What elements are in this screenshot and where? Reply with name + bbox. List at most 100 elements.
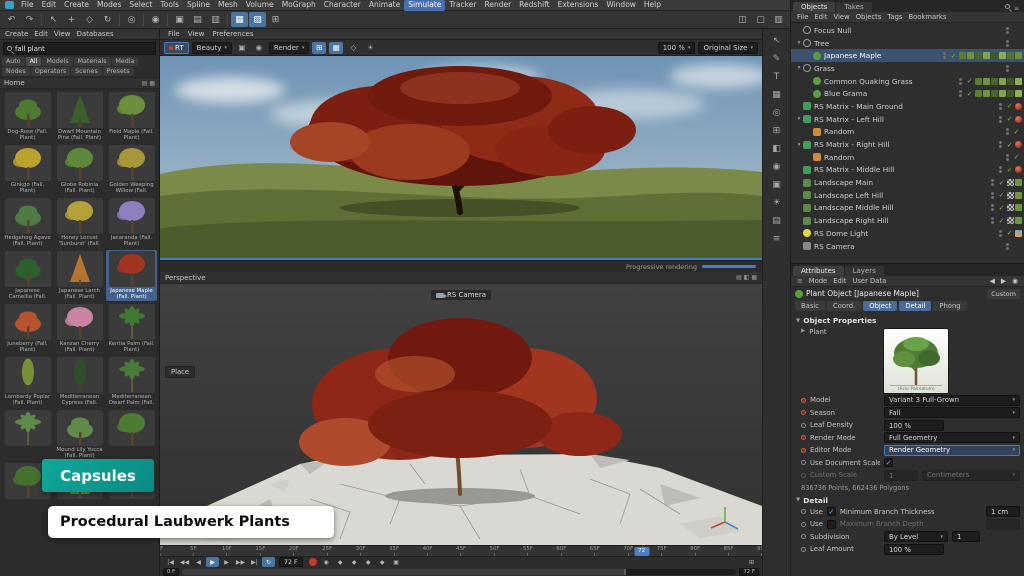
- object-row-random[interactable]: Random✓: [791, 151, 1024, 164]
- history-back-icon[interactable]: ◀: [987, 277, 998, 285]
- undo-button[interactable]: ↶: [3, 12, 20, 27]
- asset-search-input[interactable]: fall plant: [3, 42, 156, 55]
- asset-tile-plant[interactable]: [2, 409, 53, 460]
- tag-chips[interactable]: [975, 90, 1022, 97]
- plant-preview-image[interactable]: (Acer Palmatum): [883, 328, 949, 394]
- quantize-toggle[interactable]: ⊞: [267, 12, 284, 27]
- asset-menu-edit[interactable]: Edit: [31, 30, 51, 38]
- menu-mograph[interactable]: MoGraph: [278, 0, 320, 11]
- live-selection-tool[interactable]: ↖: [45, 12, 62, 27]
- asset-tile-kanzan-cherry-fall-plant[interactable]: Kanzan Cherry (Fall. Plant): [54, 303, 105, 354]
- start-frame-field[interactable]: 0 F: [163, 568, 179, 576]
- asset-tile-japanese-maple-fall-plant[interactable]: Japanese Maple (Fall. Plant): [106, 250, 157, 301]
- camera-view-icon[interactable]: ▣: [768, 177, 786, 192]
- light-icon[interactable]: ☀: [768, 195, 786, 210]
- render-view-menu-file[interactable]: File: [164, 30, 184, 38]
- visibility-dots[interactable]: [1006, 154, 1009, 161]
- menu-volume[interactable]: Volume: [242, 0, 278, 11]
- object-row-focus-null[interactable]: Focus Null: [791, 24, 1024, 37]
- enabled-toggle[interactable]: ✓: [997, 217, 1006, 225]
- enabled-toggle[interactable]: ✓: [1005, 166, 1014, 174]
- layout-icon-3[interactable]: ▥: [770, 12, 787, 27]
- om-menu-tags[interactable]: Tags: [884, 13, 905, 21]
- viewport-header-icons[interactable]: ▤ ◧ ▦: [736, 274, 757, 281]
- keyframe-dot-icon[interactable]: [801, 435, 806, 440]
- move-tool[interactable]: +: [63, 12, 80, 27]
- keyframe-dot-icon[interactable]: [801, 448, 806, 453]
- asset-tile-juneberry-fall-plant[interactable]: Juneberry (Fall. Plant): [2, 303, 53, 354]
- keyframe-dot-icon[interactable]: [801, 534, 806, 539]
- next-key-button[interactable]: ▶▶: [234, 557, 247, 567]
- menu-simulate[interactable]: Simulate: [404, 0, 445, 11]
- asset-tile-ginkgo-fall-plant[interactable]: Ginkgo (Fall. Plant): [2, 144, 53, 195]
- visibility-dots[interactable]: [1006, 27, 1009, 34]
- object-row-landscape-left-hill[interactable]: Landscape Left Hill✓: [791, 189, 1024, 202]
- visibility-dots[interactable]: [1006, 128, 1009, 135]
- layout-palette-icon[interactable]: ◫: [734, 12, 751, 27]
- min-branch-checkbox[interactable]: ✓: [827, 507, 836, 516]
- asset-tile-mediterranean-dwarf-palm-fall-plant[interactable]: Mediterranean Dwarf Palm (Fall. Plant): [106, 356, 157, 407]
- object-row-rs-dome-light[interactable]: RS Dome Light✓: [791, 227, 1024, 240]
- enabled-toggle[interactable]: ✓: [1005, 141, 1014, 149]
- om-menu-objects[interactable]: Objects: [853, 13, 885, 21]
- record-position-button[interactable]: ◆: [334, 557, 347, 567]
- enabled-toggle[interactable]: ✓: [997, 204, 1006, 212]
- snapping-toggle[interactable]: ▦: [231, 12, 248, 27]
- asset-tile-dwarf-mountain-pine-fall-plant[interactable]: Dwarf Mountain Pine (Fall. Plant): [54, 91, 105, 142]
- asset-tab-media[interactable]: Media: [112, 57, 139, 66]
- menu-mode[interactable]: Mode: [806, 277, 831, 285]
- object-row-landscape-main[interactable]: Landscape Main✓: [791, 176, 1024, 189]
- section-object-properties[interactable]: ▼ Object Properties: [791, 313, 1024, 326]
- tag-chips[interactable]: [1007, 204, 1022, 211]
- goto-end-button[interactable]: ▶|: [248, 557, 261, 567]
- visibility-dots[interactable]: [991, 217, 994, 224]
- asset-tile-lombardy-poplar-fall-plant[interactable]: Lombardy Poplar (Fall. Plant): [2, 356, 53, 407]
- leaf-amount-field[interactable]: 100 %: [884, 544, 944, 555]
- render-view-menu-preferences[interactable]: Preferences: [208, 30, 257, 38]
- asset-tab-models[interactable]: Models: [42, 57, 72, 66]
- om-menu-view[interactable]: View: [831, 13, 853, 21]
- size-dropdown[interactable]: Original Size: [698, 42, 758, 54]
- pointer-icon[interactable]: ↖: [768, 33, 786, 48]
- object-row-rs-matrix-right-hill[interactable]: ▾RS Matrix - Right Hill✓: [791, 138, 1024, 151]
- coordinate-system-toggle[interactable]: ◉: [147, 12, 164, 27]
- tab-layers[interactable]: Layers: [845, 266, 884, 276]
- object-row-common-quaking-grass[interactable]: Common Quaking Grass✓: [791, 75, 1024, 88]
- target-icon[interactable]: ◉: [768, 159, 786, 174]
- attr-tab-detail[interactable]: Detail: [899, 301, 931, 311]
- visibility-dots[interactable]: [959, 90, 962, 97]
- next-frame-button[interactable]: ▶: [220, 557, 233, 567]
- tab-attributes[interactable]: Attributes: [793, 266, 844, 276]
- menu-extensions[interactable]: Extensions: [554, 0, 603, 11]
- object-row-japanese-maple[interactable]: Japanese Maple✓: [791, 49, 1024, 62]
- visibility-dots[interactable]: [1006, 40, 1009, 47]
- enabled-toggle[interactable]: ✓: [1012, 153, 1021, 161]
- tag-chips[interactable]: [1015, 103, 1022, 110]
- play-button[interactable]: ▶: [206, 557, 219, 567]
- scale-tool[interactable]: ◇: [81, 12, 98, 27]
- asset-tile-japanese-camellia-fall-plant[interactable]: Japanese Camellia (Fall. Plant): [2, 250, 53, 301]
- asset-tab-all[interactable]: All: [26, 57, 42, 66]
- tag-chips[interactable]: [1015, 141, 1022, 148]
- leaf-density-field[interactable]: 100 %: [884, 420, 944, 431]
- object-row-landscape-middle-hill[interactable]: Landscape Middle Hill✓: [791, 202, 1024, 215]
- lock-icon[interactable]: ◉: [1009, 277, 1021, 285]
- panel-menu-icon[interactable]: ≡: [1011, 5, 1022, 12]
- record-parameter-button[interactable]: ◆: [376, 557, 389, 567]
- asset-tab-auto[interactable]: Auto: [2, 57, 25, 66]
- visibility-dots[interactable]: [991, 192, 994, 199]
- menu-render[interactable]: Render: [480, 0, 515, 11]
- asset-tab-nodes[interactable]: Nodes: [2, 67, 30, 76]
- menu-create[interactable]: Create: [60, 0, 93, 11]
- visibility-dots[interactable]: [999, 166, 1002, 173]
- menu-modes[interactable]: Modes: [93, 0, 125, 11]
- timeline-ruler[interactable]: 0F5F10F15F20F25F30F35F40F45F50F55F60F65F…: [160, 546, 762, 557]
- visibility-dots[interactable]: [1006, 65, 1009, 72]
- object-row-rs-matrix-left-hill[interactable]: ▾RS Matrix - Left Hill✓: [791, 113, 1024, 126]
- object-row-rs-camera[interactable]: RS Camera: [791, 240, 1024, 253]
- layout-icon-2[interactable]: ▢: [752, 12, 769, 27]
- object-row-random[interactable]: Random✓: [791, 126, 1024, 139]
- menu-animate[interactable]: Animate: [365, 0, 404, 11]
- attr-tab-object[interactable]: Object: [863, 301, 897, 311]
- current-frame-field[interactable]: 72 F: [279, 557, 303, 567]
